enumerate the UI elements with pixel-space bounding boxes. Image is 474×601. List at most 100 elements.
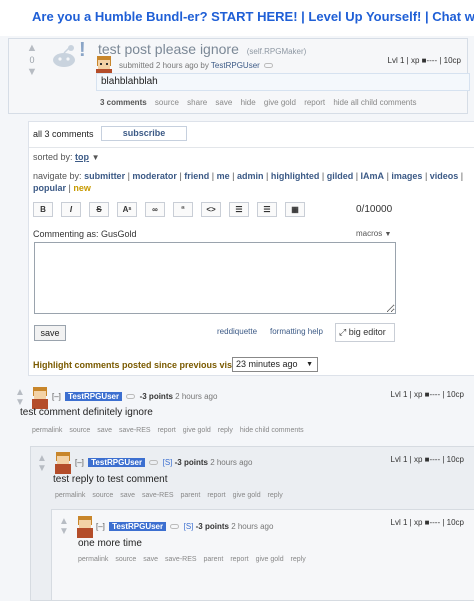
code-button[interactable]: <> bbox=[201, 202, 221, 217]
macros-dropdown[interactable]: macros ▼ bbox=[356, 229, 391, 238]
hide-child-comments-link[interactable]: hide child comments bbox=[240, 427, 304, 434]
source-link[interactable]: source bbox=[155, 98, 179, 107]
link-button[interactable]: ∞ bbox=[145, 202, 165, 217]
parent-link[interactable]: parent bbox=[181, 492, 201, 499]
nav-videos[interactable]: videos bbox=[430, 171, 459, 181]
nav-admin[interactable]: admin bbox=[237, 171, 264, 181]
post-domain[interactable]: (self.RPGMaker) bbox=[247, 47, 307, 56]
bold-button[interactable]: B bbox=[33, 202, 53, 217]
report-link[interactable]: report bbox=[158, 427, 176, 434]
nav-iama[interactable]: IAmA bbox=[361, 171, 385, 181]
save-link[interactable]: save bbox=[120, 492, 135, 499]
reply-link[interactable]: reply bbox=[291, 556, 306, 563]
previous-visit-select[interactable]: 23 minutes ago ▼ bbox=[232, 357, 318, 372]
chevron-down-icon[interactable]: ▼ bbox=[306, 358, 313, 371]
strikethrough-button[interactable]: S bbox=[89, 202, 109, 217]
nav-submitter[interactable]: submitter bbox=[84, 171, 125, 181]
superscript-button[interactable]: Aˢ bbox=[117, 202, 137, 217]
give-gold-link[interactable]: give gold bbox=[183, 427, 211, 434]
reddit-alien-thumbnail-icon[interactable] bbox=[47, 42, 81, 68]
quote-button[interactable]: “ bbox=[173, 202, 193, 217]
nav-highlighted[interactable]: highlighted bbox=[271, 171, 320, 181]
chevron-down-icon[interactable]: ▼ bbox=[92, 153, 100, 162]
comment-count: all 3 comments bbox=[33, 129, 94, 139]
comment-points: -3 points bbox=[139, 392, 173, 401]
chevron-down-icon[interactable]: ▼ bbox=[384, 231, 391, 238]
collapse-toggle[interactable]: [–] bbox=[96, 522, 105, 531]
report-link[interactable]: report bbox=[207, 492, 225, 499]
save-res-link[interactable]: save-RES bbox=[119, 427, 151, 434]
report-link[interactable]: report bbox=[230, 556, 248, 563]
announcement-banner[interactable]: Are you a Humble Bundl-er? START HERE! |… bbox=[0, 0, 474, 36]
save-link[interactable]: save bbox=[143, 556, 158, 563]
give-gold-link[interactable]: give gold bbox=[264, 98, 296, 107]
permalink-link[interactable]: permalink bbox=[32, 427, 62, 434]
nav-moderator[interactable]: moderator bbox=[132, 171, 177, 181]
sort-selector[interactable]: sorted by: top ▼ bbox=[33, 152, 99, 162]
share-link[interactable]: share bbox=[187, 98, 207, 107]
save-res-link[interactable]: save-RES bbox=[142, 492, 174, 499]
commenting-as: Commenting as: GusGold bbox=[33, 229, 137, 239]
downvote-arrow-icon[interactable]: ▼ bbox=[19, 66, 45, 78]
reply-link[interactable]: reply bbox=[268, 492, 283, 499]
table-button[interactable]: ▦ bbox=[285, 202, 305, 217]
post-author-link[interactable]: TestRPGUser bbox=[211, 61, 260, 70]
comment-buttons: permalink source save save-RES report gi… bbox=[32, 427, 309, 434]
collapse-toggle[interactable]: [–] bbox=[75, 458, 84, 467]
numbered-list-button[interactable]: ☰ bbox=[257, 202, 277, 217]
save-link[interactable]: save bbox=[97, 427, 112, 434]
comments-link[interactable]: 3 comments bbox=[100, 98, 147, 107]
nav-me[interactable]: me bbox=[217, 171, 230, 181]
big-editor-label[interactable]: big editor bbox=[349, 327, 386, 337]
permalink-link[interactable]: permalink bbox=[78, 556, 108, 563]
banner-text[interactable]: Are you a Humble Bundl-er? START HERE! |… bbox=[32, 9, 474, 24]
save-res-link[interactable]: save-RES bbox=[165, 556, 197, 563]
comment-buttons: permalink source save save-RES parent re… bbox=[55, 492, 288, 499]
submitter-mark[interactable]: [S] bbox=[184, 522, 194, 531]
comment-body: test comment definitely ignore bbox=[20, 407, 153, 418]
give-gold-link[interactable]: give gold bbox=[256, 556, 284, 563]
comment-author[interactable]: TestRPGUser bbox=[88, 458, 146, 467]
subscribe-button[interactable]: subscribe bbox=[101, 126, 187, 141]
user-hide-icon[interactable] bbox=[126, 394, 136, 400]
source-link[interactable]: source bbox=[115, 556, 136, 563]
self-post-marker-icon: ! bbox=[79, 39, 86, 61]
big-editor-button[interactable]: ⤢ big editor bbox=[335, 323, 395, 342]
italic-button[interactable]: I bbox=[61, 202, 81, 217]
source-link[interactable]: source bbox=[92, 492, 113, 499]
nav-images[interactable]: images bbox=[391, 171, 422, 181]
save-link[interactable]: save bbox=[215, 98, 232, 107]
formatting-help-link[interactable]: formatting help bbox=[270, 327, 323, 336]
user-hide-icon[interactable] bbox=[264, 63, 274, 69]
sort-value[interactable]: top bbox=[75, 152, 89, 162]
nav-friend[interactable]: friend bbox=[184, 171, 209, 181]
previous-visit-value[interactable]: 23 minutes ago bbox=[236, 359, 298, 369]
downvote-arrow-icon[interactable]: ▼ bbox=[57, 527, 71, 537]
report-link[interactable]: report bbox=[304, 98, 325, 107]
comment-author[interactable]: TestRPGUser bbox=[109, 522, 167, 531]
downvote-arrow-icon[interactable]: ▼ bbox=[35, 464, 49, 474]
save-button[interactable]: save bbox=[34, 325, 66, 341]
macros-label[interactable]: macros bbox=[356, 229, 382, 238]
comment-author-level: Lvl 1 | xp ■---- | 10cp bbox=[390, 390, 464, 399]
nav-new[interactable]: new bbox=[73, 183, 91, 193]
collapse-toggle[interactable]: [–] bbox=[52, 392, 61, 401]
comment-author[interactable]: TestRPGUser bbox=[65, 392, 123, 401]
submitter-mark[interactable]: [S] bbox=[163, 458, 173, 467]
comment-textarea[interactable] bbox=[34, 242, 396, 314]
hide-link[interactable]: hide bbox=[241, 98, 256, 107]
reply-link[interactable]: reply bbox=[218, 427, 233, 434]
upvote-arrow-icon[interactable]: ▲ bbox=[19, 42, 45, 54]
reddiquette-link[interactable]: reddiquette bbox=[217, 327, 257, 336]
bullet-list-button[interactable]: ☰ bbox=[229, 202, 249, 217]
post-title[interactable]: test post please ignore bbox=[98, 41, 239, 57]
source-link[interactable]: source bbox=[69, 427, 90, 434]
nav-gilded[interactable]: gilded bbox=[327, 171, 354, 181]
nav-popular[interactable]: popular bbox=[33, 183, 66, 193]
parent-link[interactable]: parent bbox=[204, 556, 224, 563]
permalink-link[interactable]: permalink bbox=[55, 492, 85, 499]
user-hide-icon[interactable] bbox=[149, 460, 159, 466]
give-gold-link[interactable]: give gold bbox=[233, 492, 261, 499]
user-hide-icon[interactable] bbox=[170, 524, 180, 530]
hide-child-comments-link[interactable]: hide all child comments bbox=[333, 98, 416, 107]
